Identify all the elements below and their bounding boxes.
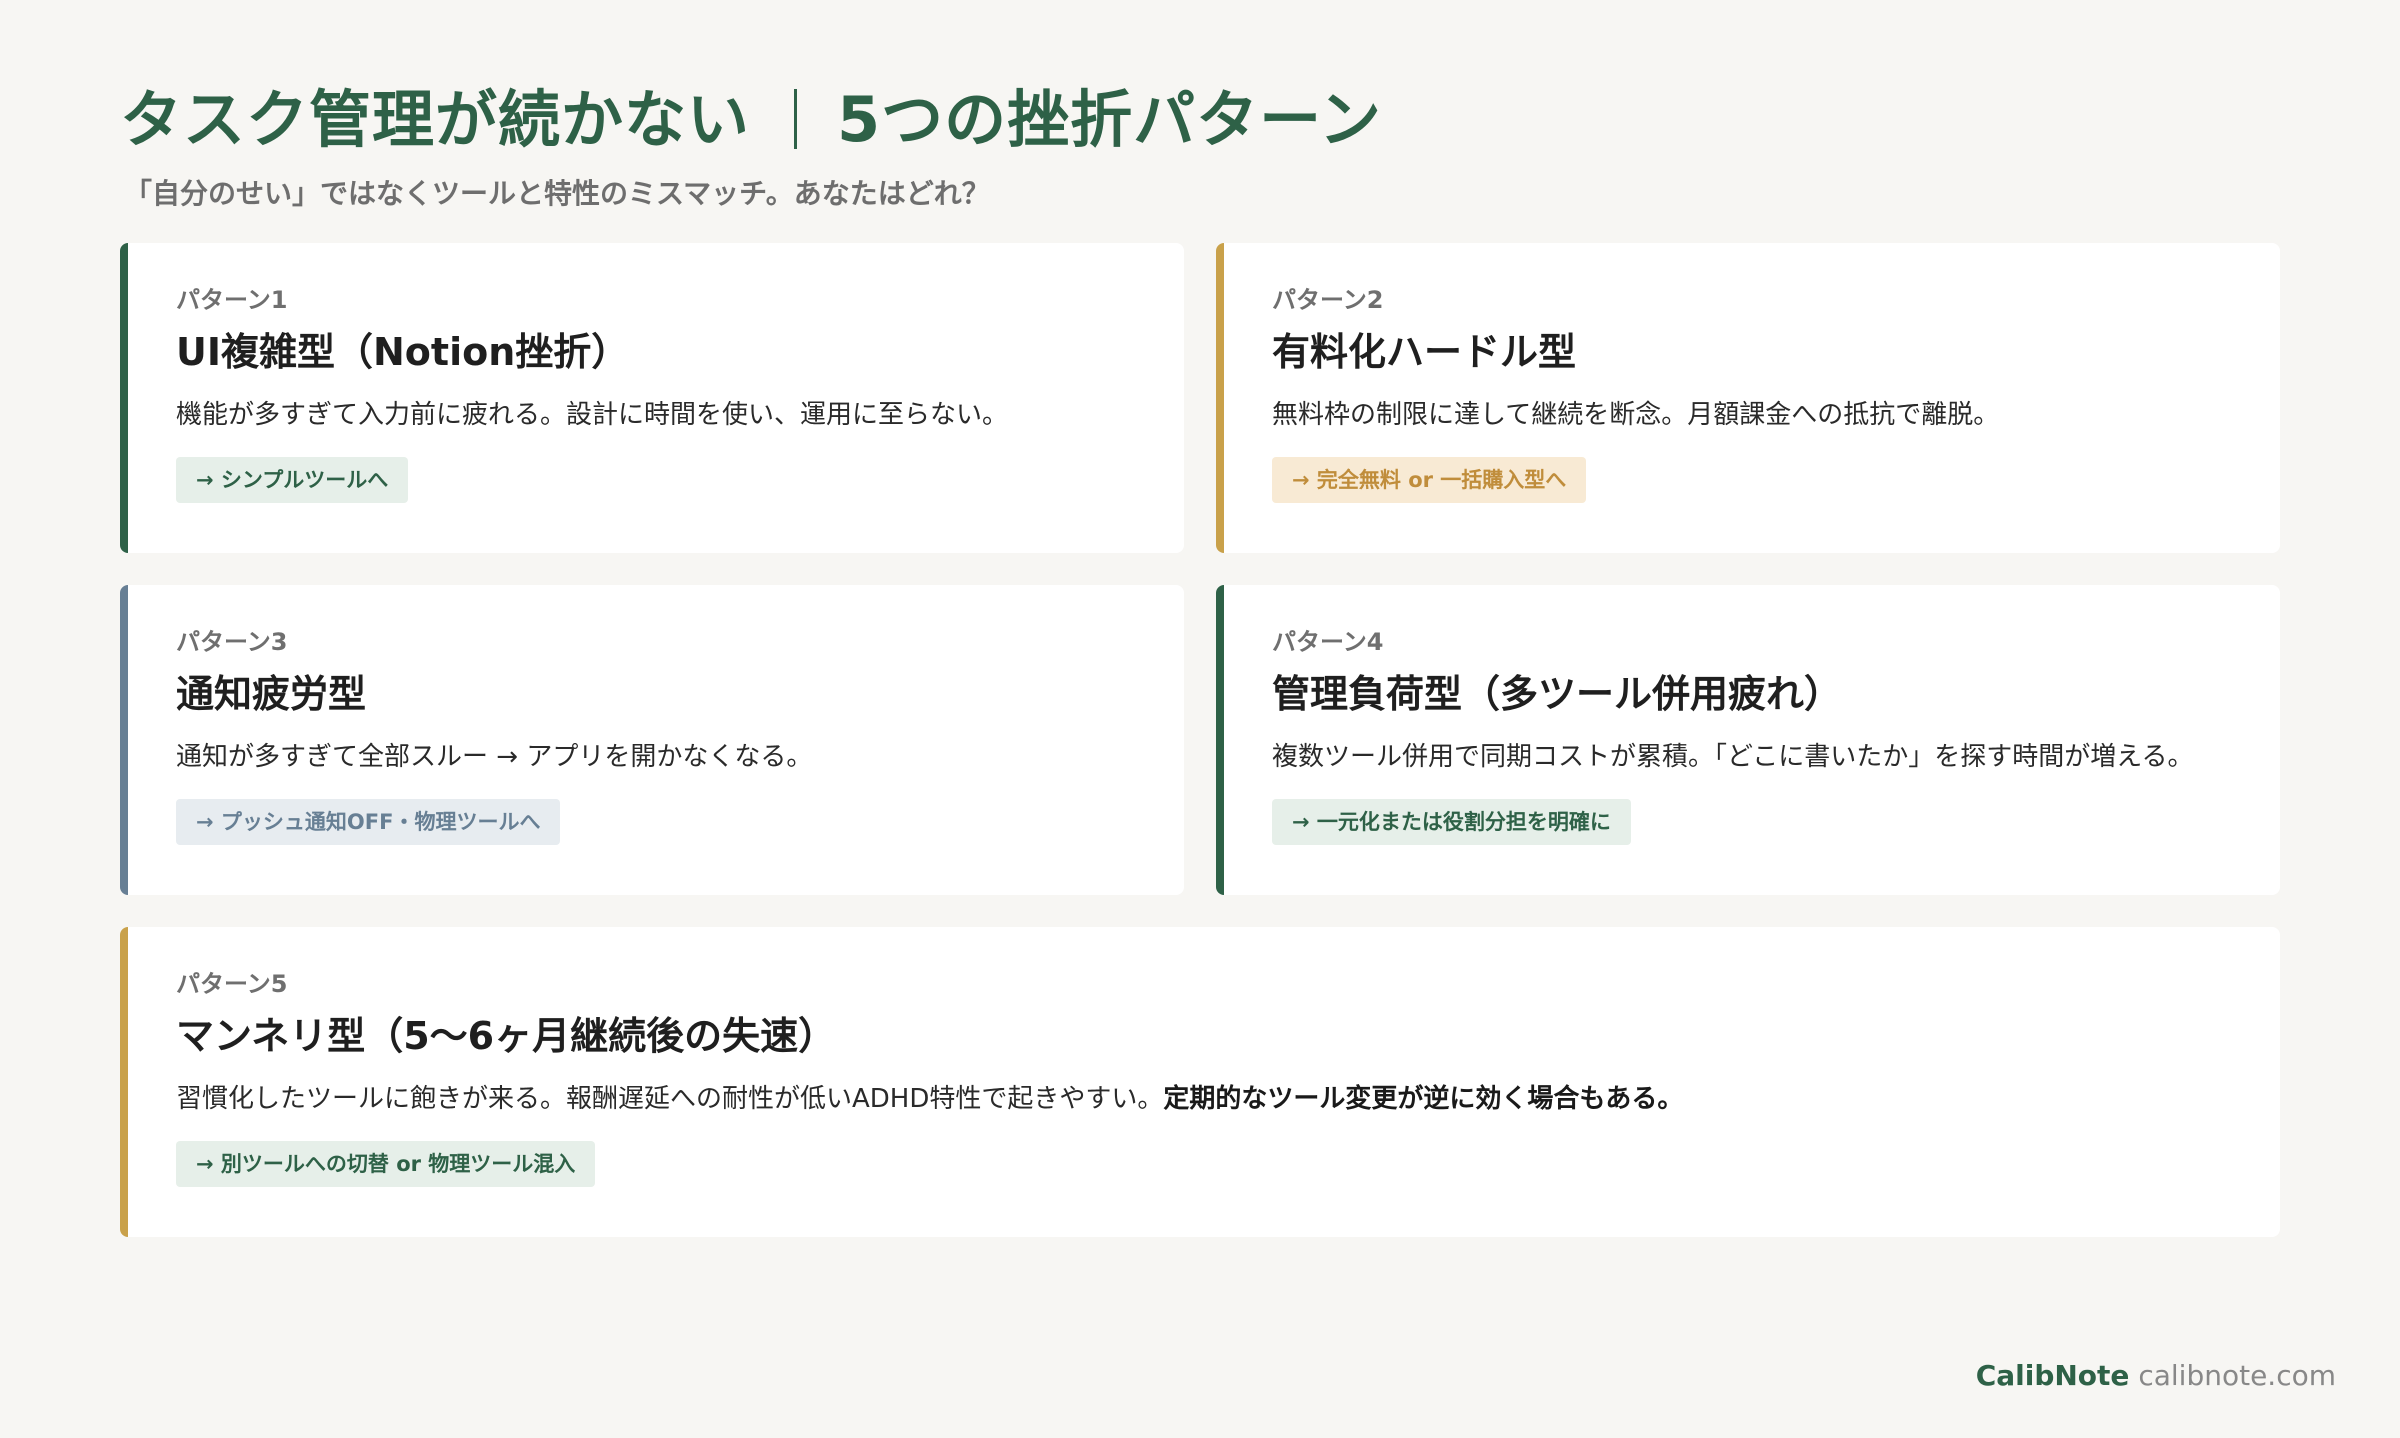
pattern-description: 機能が多すぎて入力前に疲れる。設計に時間を使い、運用に至らない。: [176, 400, 1009, 430]
page-title: タスク管理が続かない 5つの挫折パターン: [120, 78, 2280, 162]
footer-credit: CalibNote calibnote.com: [1976, 1359, 2336, 1392]
title-divider: [794, 89, 798, 149]
pattern-solution-tag: → 完全無料 or 一括購入型へ: [1272, 457, 1587, 503]
pattern-grid: パターン1 UI複雑型（Notion挫折） 機能が多すぎて入力前に疲れる。設計に…: [120, 243, 2280, 1237]
pattern-solution-tag: → 別ツールへの切替 or 物理ツール混入: [176, 1141, 596, 1187]
pattern-title: 管理負荷型（多ツール併用疲れ）: [1272, 672, 1843, 716]
pattern-title: 有料化ハードル型: [1272, 330, 1577, 374]
pattern-description-emphasis: 定期的なツール変更が逆に効く場合もある。: [1163, 1084, 1684, 1114]
pattern-description: 無料枠の制限に達して継続を断念。月額課金への抵抗で離脱。: [1272, 400, 2000, 430]
header: タスク管理が続かない 5つの挫折パターン 「自分のせい」ではなくツールと特性のミス…: [120, 78, 2280, 212]
pattern-label: パターン3: [176, 628, 288, 656]
pattern-solution-tag: → 一元化または役割分担を明確に: [1272, 799, 1631, 845]
page-title-main: タスク管理が続かない: [120, 83, 751, 156]
pattern-card-3: パターン3 通知疲労型 通知が多すぎて全部スルー → アプリを開かなくなる。 →…: [120, 585, 1184, 895]
pattern-solution-tag: → プッシュ通知OFF・物理ツールへ: [176, 799, 561, 845]
pattern-label: パターン5: [176, 970, 288, 998]
pattern-solution-tag: → シンプルツールへ: [176, 457, 409, 503]
brand-url: calibnote.com: [2138, 1359, 2336, 1392]
pattern-title: 通知疲労型: [176, 672, 367, 716]
pattern-description-text: 習慣化したツールに飽きが来る。報酬遅延への耐性が低いADHD特性で起きやすい。: [176, 1084, 1164, 1114]
pattern-title: UI複雑型（Notion挫折）: [176, 330, 630, 374]
pattern-label: パターン1: [176, 286, 288, 314]
page-title-sub: 5つの挫折パターン: [837, 83, 1383, 156]
page-subtitle: 「自分のせい」ではなくツールと特性のミスマッチ。あなたはどれ？: [124, 177, 990, 210]
brand-name: CalibNote: [1975, 1359, 2130, 1392]
pattern-card-4: パターン4 管理負荷型（多ツール併用疲れ） 複数ツール併用で同期コストが累積。「…: [1216, 585, 2280, 895]
pattern-label: パターン4: [1272, 628, 1384, 656]
pattern-description: 複数ツール併用で同期コストが累積。「どこに書いたか」を探す時間が増える。: [1272, 742, 2194, 772]
pattern-description: 通知が多すぎて全部スルー → アプリを開かなくなる。: [176, 742, 813, 772]
pattern-card-2: パターン2 有料化ハードル型 無料枠の制限に達して継続を断念。月額課金への抵抗で…: [1216, 243, 2280, 553]
pattern-title: マンネリ型（5〜6ヶ月継続後の失速）: [176, 1014, 837, 1058]
pattern-label: パターン2: [1272, 286, 1384, 314]
pattern-description: 習慣化したツールに飽きが来る。報酬遅延への耐性が低いADHD特性で起きやすい。定…: [176, 1079, 2240, 1119]
pattern-card-1: パターン1 UI複雑型（Notion挫折） 機能が多すぎて入力前に疲れる。設計に…: [120, 243, 1184, 553]
pattern-card-5: パターン5 マンネリ型（5〜6ヶ月継続後の失速） 習慣化したツールに飽きが来る。…: [120, 927, 2280, 1237]
